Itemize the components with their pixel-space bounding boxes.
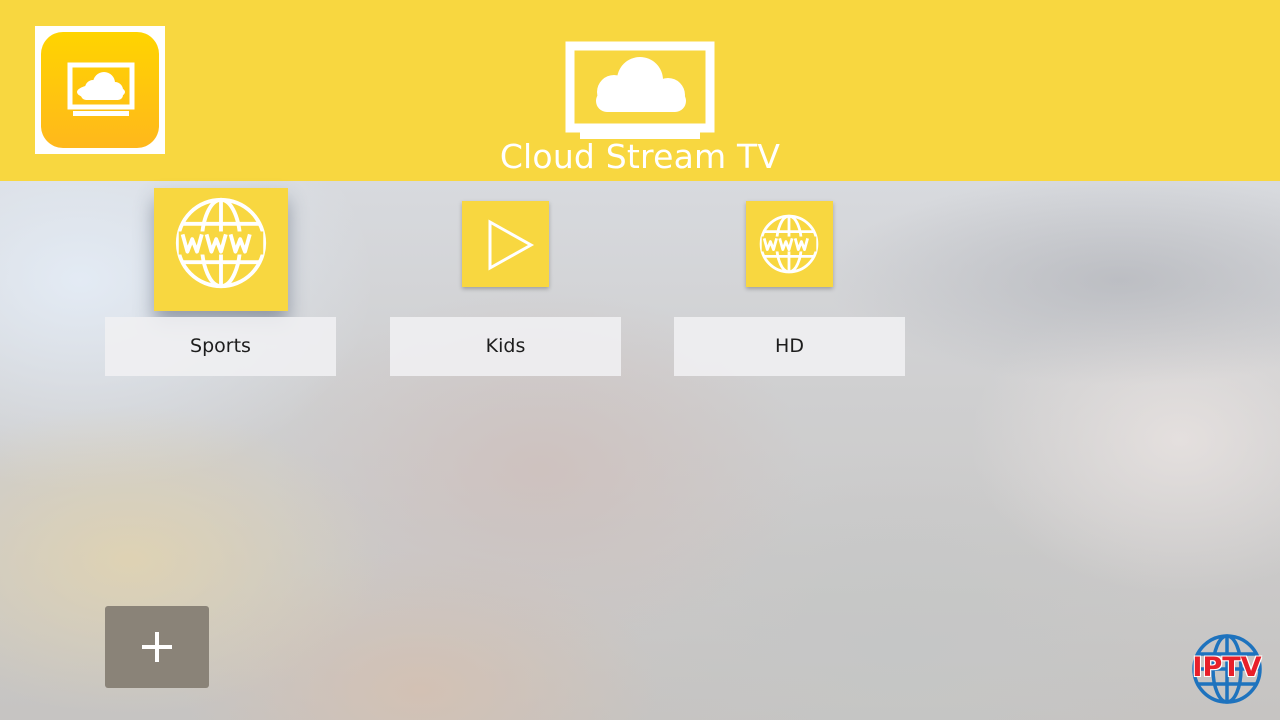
iptv-badge: IPTV [1190,632,1264,706]
add-playlist-button[interactable] [105,606,209,688]
iptv-badge-text: IPTV [1192,652,1262,683]
www-globe-icon [759,214,819,274]
cloud-tv-icon [564,40,716,144]
header-bar: Cloud Stream TV [0,0,1280,181]
hd-tile-icon[interactable] [746,201,833,287]
play-icon [488,219,535,271]
app-title: Cloud Stream TV [499,137,781,176]
category-label: Kids [485,335,526,357]
www-globe-icon [175,197,267,289]
category-hd[interactable]: HD [674,317,905,376]
category-label: HD [775,335,804,357]
sports-tile-icon[interactable] [154,188,288,311]
category-label: Sports [190,335,251,357]
app-icon-frame [35,26,165,154]
category-kids[interactable]: Kids [390,317,621,376]
category-sports[interactable]: Sports [105,317,336,376]
kids-tile-icon[interactable] [462,201,549,287]
cloud-tv-app-icon [41,32,159,148]
plus-icon [142,632,172,662]
